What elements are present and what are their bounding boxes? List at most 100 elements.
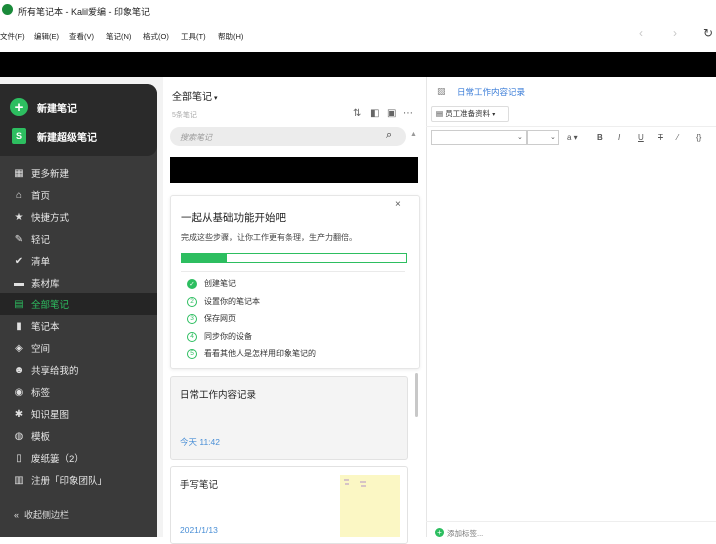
sort-icon[interactable]: ⇅ — [353, 108, 361, 119]
sidebar-item-knowledge-graph[interactable]: ✱ 知识星图 — [0, 403, 157, 425]
divider — [181, 271, 405, 272]
people-icon: ☻ — [13, 364, 25, 376]
template-icon: ◍ — [14, 430, 24, 442]
view-layout-icon[interactable]: ◧ — [370, 108, 379, 119]
menu-bar: 文件(F) 编辑(E) 查看(V) 笔记(N) 格式(O) 工具(T) 帮助(H… — [0, 28, 716, 44]
step-number-icon: 4 — [187, 331, 197, 342]
onboarding-step-examples[interactable]: 5 看看其他人是怎样用印象笔记的 — [187, 348, 316, 359]
menu-edit[interactable]: 编辑(E) — [34, 31, 59, 42]
handwriting-scribble-icon — [344, 479, 366, 487]
trash-icon: ▯ — [16, 452, 22, 464]
new-super-note-label: 新建超级笔记 — [37, 132, 97, 144]
checkmark-circle-icon: ✓ — [187, 278, 197, 289]
notebook-icon: ▮ — [16, 320, 22, 332]
search-placeholder: 搜索笔记 — [180, 133, 212, 142]
sidebar-item-trash[interactable]: ▯ 废纸篓（2） — [0, 447, 157, 469]
note-editor — [426, 77, 716, 537]
sidebar-item-quick-note[interactable]: ✎ 轻记 — [0, 228, 157, 250]
star-icon: ★ — [14, 211, 24, 223]
sync-icon[interactable]: ↻ — [703, 26, 713, 40]
new-note-panel: + 新建笔记 S 新建超级笔记 — [0, 84, 157, 156]
double-chevron-left-icon: « — [14, 510, 20, 520]
handwriting-thumbnail — [340, 475, 400, 537]
onboarding-step-create-note[interactable]: ✓ 创建笔记 — [187, 278, 236, 289]
notes-icon: ▤ — [14, 298, 24, 310]
italic-button[interactable]: I — [618, 133, 620, 142]
home-icon: ⌂ — [15, 189, 23, 201]
note-count: 5条笔记 — [172, 112, 197, 119]
briefcase-icon: ▬ — [14, 277, 24, 289]
caret-down-icon: ▾ — [492, 112, 496, 118]
back-arrow-icon[interactable]: ‹ — [639, 26, 643, 40]
sidebar-item-tags[interactable]: ◉ 标签 — [0, 381, 157, 403]
onboarding-progress-fill — [182, 254, 227, 262]
sidebar-item-notebooks[interactable]: ▮ 笔记本 — [0, 315, 157, 337]
search-icon[interactable]: ⌕ — [386, 129, 392, 142]
scroll-up-arrow-icon[interactable]: ▲ — [410, 131, 417, 138]
onboarding-step-sync[interactable]: 4 同步你的设备 — [187, 331, 252, 342]
sidebar-item-all-notes[interactable]: ▤ 全部笔记 — [0, 293, 157, 315]
onboarding-step-save-web[interactable]: 3 保存网页 — [187, 313, 236, 324]
sidebar-item-shared-with-me[interactable]: ☻ 共享给我的 — [0, 359, 157, 381]
reminder-icon[interactable]: ▣ — [387, 108, 396, 119]
more-options-icon[interactable]: ⋯ — [403, 108, 413, 119]
sidebar-item-checklist[interactable]: ✔ 清单 — [0, 250, 157, 272]
divider — [426, 126, 716, 127]
sidebar-item-materials[interactable]: ▬ 素材库 — [0, 272, 157, 294]
close-icon[interactable]: × — [395, 199, 401, 210]
new-note-button[interactable]: + 新建笔记 — [10, 96, 77, 118]
font-family-select[interactable] — [431, 130, 527, 145]
onboarding-title: 一起从基础功能开始吧 — [181, 212, 286, 224]
menu-note[interactable]: 笔记(N) — [106, 31, 131, 42]
scrollbar-thumb[interactable] — [415, 373, 418, 417]
menu-help[interactable]: 帮助(H) — [218, 31, 243, 42]
step-number-icon: 5 — [187, 348, 197, 359]
window-title: 所有笔记本 - Kalil爱编 - 印象笔记 — [18, 7, 151, 17]
collapse-sidebar-button[interactable]: « 收起侧边栏 — [14, 508, 69, 521]
team-icon: ▥ — [14, 474, 24, 486]
add-tag-input[interactable]: 添加标签... — [447, 528, 483, 539]
caret-down-icon: ▾ — [212, 95, 218, 102]
new-super-note-button[interactable]: S 新建超级笔记 — [10, 125, 97, 147]
new-note-label: 新建笔记 — [37, 103, 77, 115]
grid-icon: ▦ — [14, 167, 24, 179]
super-note-icon: S — [12, 128, 26, 144]
cube-icon: ◈ — [15, 342, 23, 354]
note-title: 手写笔记 — [180, 480, 219, 491]
menu-file[interactable]: 文件(F) — [0, 31, 25, 42]
note-date: 2021/1/13 — [180, 525, 218, 535]
forward-arrow-icon[interactable]: › — [673, 26, 677, 40]
menu-tools[interactable]: 工具(T) — [181, 31, 206, 42]
notebook-selector-label: ▤ 员工准备资料 ▾ — [436, 109, 496, 118]
note-info-icon[interactable]: ▧ — [437, 86, 446, 97]
underline-button[interactable]: U — [638, 133, 644, 142]
font-color-button[interactable]: a ▾ — [567, 133, 578, 142]
graph-icon: ✱ — [14, 408, 24, 420]
tag-icon: ◉ — [14, 386, 24, 398]
editor-note-title[interactable]: 日常工作内容记录 — [457, 86, 525, 98]
chevron-down-icon: ⌄ — [550, 134, 556, 141]
chevron-down-icon: ⌄ — [517, 134, 523, 141]
menu-view[interactable]: 查看(V) — [69, 31, 94, 42]
sidebar-item-more-new[interactable]: ▦ 更多新建 — [0, 162, 157, 184]
note-date: 今天 11:42 — [180, 437, 221, 447]
code-block-icon[interactable]: {} — [696, 133, 701, 142]
bold-button[interactable]: B — [597, 133, 603, 142]
sidebar-item-spaces[interactable]: ◈ 空间 — [0, 337, 157, 359]
strikethrough-button[interactable]: T — [658, 133, 663, 142]
step-number-icon: 2 — [187, 296, 197, 307]
pen-icon: ✎ — [14, 233, 24, 245]
onboarding-step-notebook[interactable]: 2 设置你的笔记本 — [187, 296, 260, 307]
sidebar-item-templates[interactable]: ◍ 模板 — [0, 425, 157, 447]
sidebar-item-team-signup[interactable]: ▥ 注册「印象团队」 — [0, 469, 157, 491]
highlight-icon[interactable]: ⁄ — [677, 133, 678, 142]
add-tag-icon[interactable]: + — [435, 528, 444, 537]
sidebar-item-shortcuts[interactable]: ★ 快捷方式 — [0, 206, 157, 228]
evernote-logo-icon — [2, 4, 13, 15]
sidebar-item-home[interactable]: ⌂ 首页 — [0, 184, 157, 206]
redacted-bar — [0, 52, 716, 77]
menu-format[interactable]: 格式(O) — [143, 31, 169, 42]
note-list-title[interactable]: 全部笔记 ▾ — [172, 88, 217, 103]
onboarding-subtitle: 完成这些步骤，让你工作更有条理，生产力翻倍。 — [181, 233, 357, 242]
step-number-icon: 3 — [187, 313, 197, 324]
